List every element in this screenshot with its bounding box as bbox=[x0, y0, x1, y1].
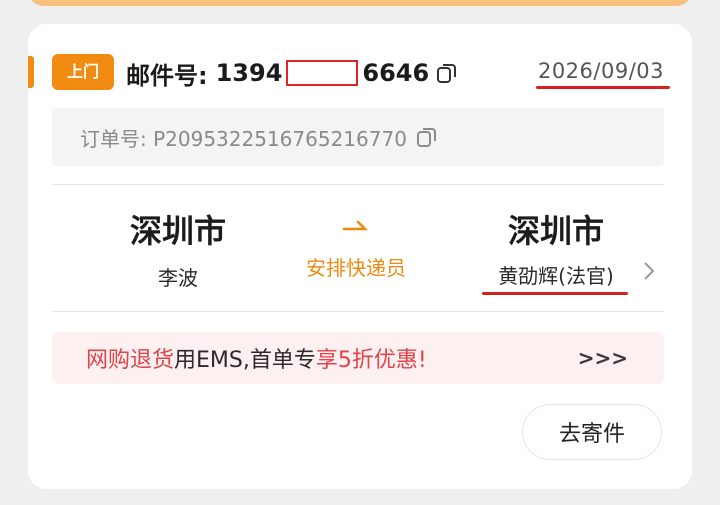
redaction-box bbox=[286, 60, 359, 86]
destination-city: 深圳市 bbox=[507, 212, 604, 250]
promo-banner[interactable]: 网购退货 用EMS,首单专 享5折优惠! >>> bbox=[52, 332, 664, 384]
date-annotation-underline bbox=[536, 86, 670, 89]
send-package-button[interactable]: 去寄件 bbox=[522, 404, 662, 460]
promo-more-link[interactable]: >>> bbox=[578, 346, 628, 370]
order-number-box: 订单号: P2095322516765216770 bbox=[52, 108, 664, 166]
divider bbox=[52, 184, 664, 185]
copy-icon[interactable] bbox=[435, 61, 459, 85]
promo-text-2: 用EMS,首单专 bbox=[174, 348, 316, 373]
copy-icon[interactable] bbox=[415, 125, 439, 149]
mail-number: 邮件号: 1394 6646 bbox=[126, 56, 459, 90]
previous-card-edge bbox=[28, 0, 692, 6]
sender-name: 李波 bbox=[158, 266, 198, 290]
order-number: 订单号: P2095322516765216770 bbox=[80, 126, 407, 151]
divider bbox=[52, 311, 664, 312]
promo-text-3: 享5折优惠! bbox=[315, 348, 427, 373]
accent-bar bbox=[28, 56, 34, 88]
origin-city: 深圳市 bbox=[129, 212, 226, 250]
recipient-name: 黄劭辉(法官) bbox=[498, 264, 614, 288]
shipment-card[interactable]: 上门 邮件号: 1394 6646 2026/09/03 订单号: P20953… bbox=[28, 24, 692, 489]
ship-date: 2026/09/03 bbox=[537, 59, 664, 83]
pickup-badge: 上门 bbox=[52, 54, 114, 90]
mail-number-label: 邮件号: bbox=[126, 61, 208, 90]
mail-number-prefix: 1394 bbox=[215, 59, 283, 87]
route-arrow-icon bbox=[342, 220, 368, 231]
promo-text-1: 网购退货 bbox=[86, 348, 175, 373]
mail-number-suffix: 6646 bbox=[362, 59, 430, 87]
name-annotation-underline bbox=[482, 292, 628, 295]
shipment-status: 安排快递员 bbox=[306, 256, 406, 280]
chevron-right-icon[interactable] bbox=[642, 260, 656, 282]
